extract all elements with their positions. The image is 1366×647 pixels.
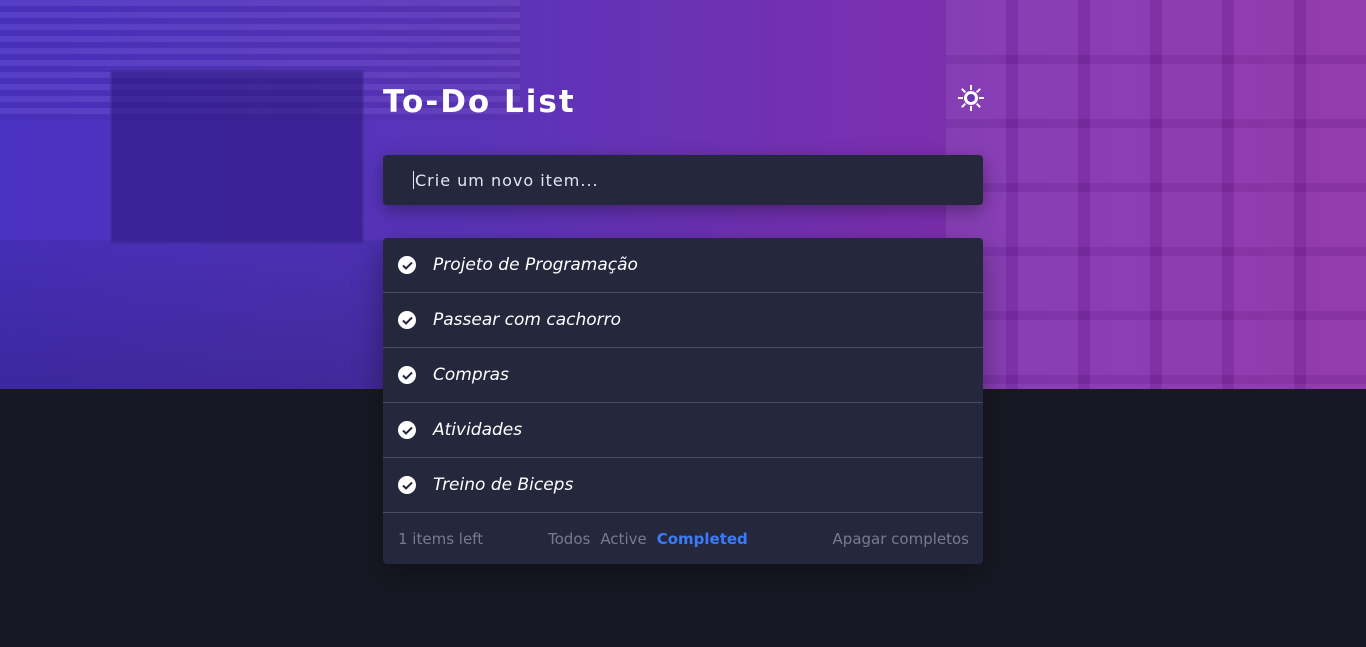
todo-item[interactable]: Projeto de Programação xyxy=(383,238,983,293)
todo-item[interactable]: Treino de Biceps xyxy=(383,458,983,513)
page-title: To-Do List xyxy=(383,84,576,120)
check-icon[interactable] xyxy=(398,311,416,329)
check-icon[interactable] xyxy=(398,256,416,274)
items-left-count: 1 items left xyxy=(398,529,484,548)
filter-completed[interactable]: Completed xyxy=(657,530,748,548)
todo-item-text: Compras xyxy=(433,365,509,385)
check-icon[interactable] xyxy=(398,421,416,439)
theme-toggle-button[interactable] xyxy=(957,84,985,112)
list-footer: 1 items left Todos Active Completed Apag… xyxy=(383,513,983,564)
todo-item-text: Passear com cachorro xyxy=(433,310,622,330)
new-item-input[interactable] xyxy=(413,169,937,191)
todo-list: Projeto de Programação Passear com cacho… xyxy=(383,238,983,564)
todo-item-text: Atividades xyxy=(433,420,523,440)
sun-icon xyxy=(958,85,984,111)
text-caret xyxy=(413,171,414,189)
clear-completed-button[interactable]: Apagar completos xyxy=(833,530,969,548)
check-icon[interactable] xyxy=(398,366,416,384)
filter-group: Todos Active Completed xyxy=(548,530,748,548)
filter-all[interactable]: Todos xyxy=(548,530,590,548)
todo-item[interactable]: Atividades xyxy=(383,403,983,458)
background-decoration xyxy=(946,0,1366,389)
check-icon[interactable] xyxy=(398,476,416,494)
todo-item-text: Projeto de Programação xyxy=(433,255,638,275)
background-decoration xyxy=(110,70,364,244)
todo-item[interactable]: Passear com cachorro xyxy=(383,293,983,348)
todo-item[interactable]: Compras xyxy=(383,348,983,403)
todo-item-text: Treino de Biceps xyxy=(433,475,574,495)
new-item-bar xyxy=(383,155,983,205)
filter-active[interactable]: Active xyxy=(600,530,646,548)
